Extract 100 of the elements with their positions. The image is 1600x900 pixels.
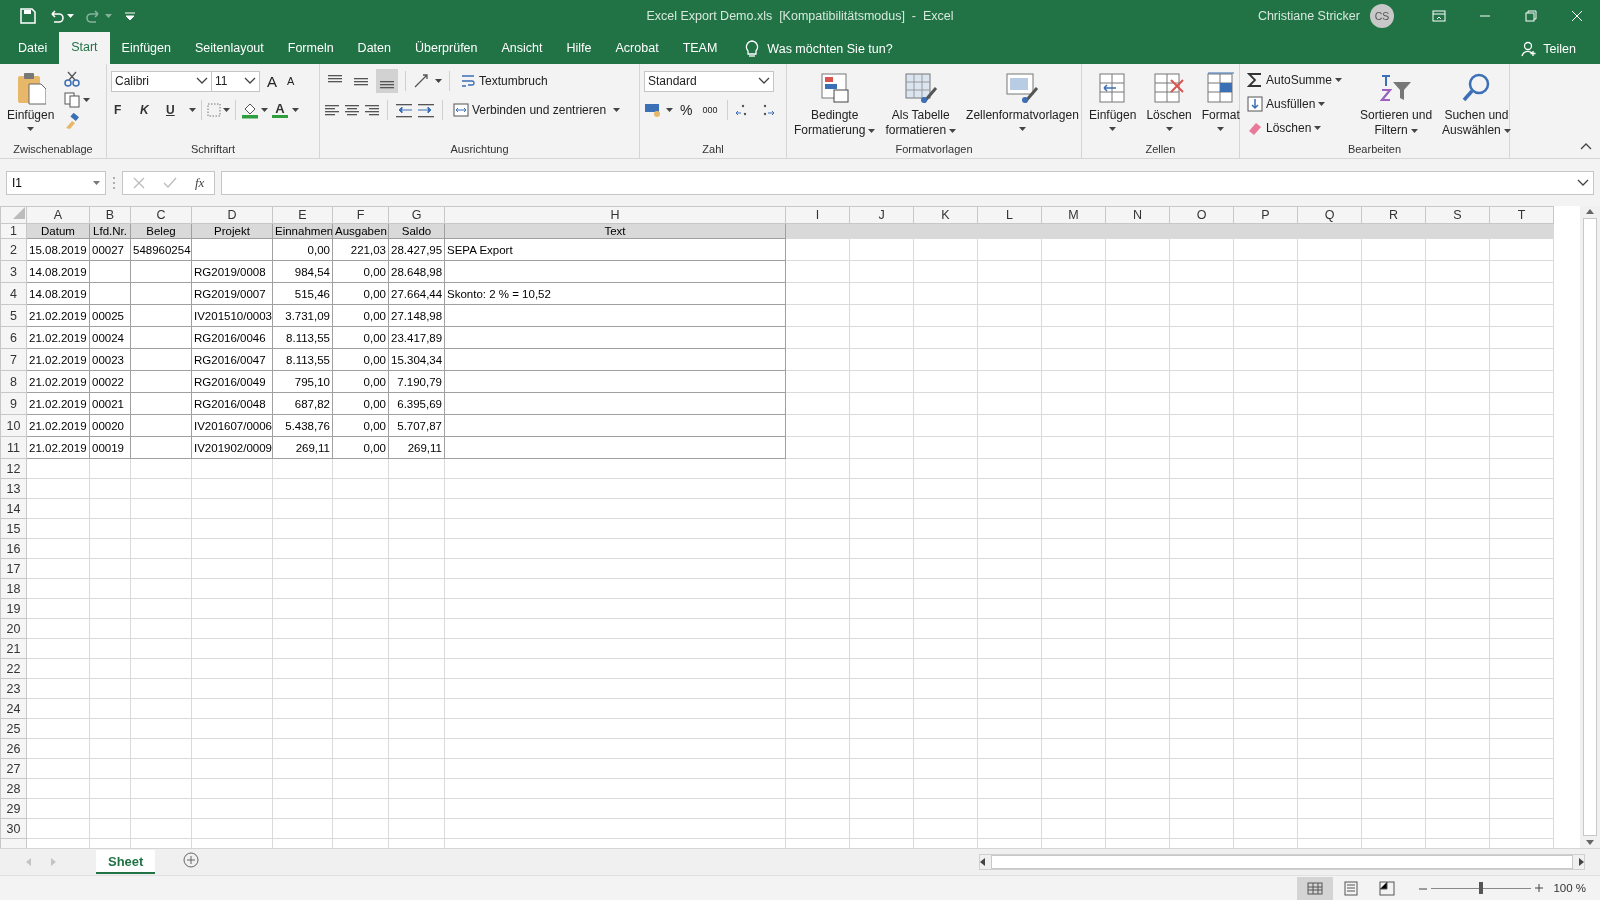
align-left-icon[interactable] bbox=[324, 102, 340, 118]
font-name-dropdown[interactable]: Calibri bbox=[111, 70, 212, 92]
share-button[interactable]: Teilen bbox=[1521, 34, 1576, 64]
column-header[interactable]: F bbox=[332, 206, 389, 224]
row-header[interactable]: 12 bbox=[0, 458, 27, 479]
currency-icon[interactable] bbox=[644, 102, 662, 118]
normal-view-icon[interactable] bbox=[1307, 880, 1324, 896]
copy-icon[interactable] bbox=[64, 92, 81, 108]
name-box[interactable]: I1 bbox=[6, 170, 106, 195]
column-header[interactable]: J bbox=[849, 206, 914, 224]
ribbon-tab[interactable]: Hilfe bbox=[554, 34, 604, 62]
column-header[interactable]: R bbox=[1361, 206, 1426, 224]
close-icon[interactable] bbox=[1571, 10, 1583, 22]
row-header[interactable]: 27 bbox=[0, 758, 27, 779]
page-break-icon[interactable] bbox=[1379, 880, 1396, 896]
scroll-up-icon[interactable] bbox=[1586, 209, 1594, 214]
ribbon-button[interactable]: Einfügen bbox=[4, 68, 58, 137]
row-header[interactable]: 17 bbox=[0, 558, 27, 579]
ribbon-tab[interactable]: Seitenlayout bbox=[182, 34, 276, 62]
ribbon-button[interactable]: Sortieren und Filtern bbox=[1357, 68, 1436, 140]
row-header[interactable]: 8 bbox=[0, 370, 27, 393]
ribbon-button[interactable]: Suchen und Auswählen bbox=[1439, 68, 1514, 140]
ribbon-button[interactable]: Ausfüllen bbox=[1244, 92, 1346, 115]
font-size-dropdown[interactable]: 11 bbox=[211, 70, 260, 92]
column-header[interactable]: L bbox=[977, 206, 1042, 224]
collapse-ribbon-icon[interactable] bbox=[1580, 142, 1592, 150]
column-header[interactable]: A bbox=[26, 206, 90, 224]
column-header[interactable]: T bbox=[1489, 206, 1554, 224]
increase-indent-icon[interactable] bbox=[417, 102, 435, 118]
column-header[interactable]: E bbox=[272, 206, 333, 224]
shrink-font-button[interactable]: A bbox=[284, 74, 298, 88]
fill-color-icon[interactable] bbox=[241, 101, 259, 119]
row-header[interactable]: 22 bbox=[0, 658, 27, 679]
column-header[interactable]: Q bbox=[1297, 206, 1362, 224]
scroll-down-icon[interactable] bbox=[1586, 840, 1594, 845]
column-header[interactable]: G bbox=[388, 206, 445, 224]
percent-button[interactable]: % bbox=[677, 101, 696, 119]
ribbon-button[interactable]: Als Tabelle formatieren bbox=[882, 68, 960, 140]
horizontal-scrollbar[interactable] bbox=[979, 854, 1585, 870]
thousands-button[interactable]: 000 bbox=[699, 104, 721, 116]
row-header[interactable]: 9 bbox=[0, 392, 27, 415]
underline-button[interactable]: U bbox=[163, 102, 187, 118]
column-header[interactable]: M bbox=[1041, 206, 1106, 224]
row-header[interactable]: 29 bbox=[0, 798, 27, 819]
row-header[interactable]: 5 bbox=[0, 304, 27, 327]
ribbon-button[interactable]: Format bbox=[1198, 68, 1243, 137]
check-icon[interactable] bbox=[163, 176, 177, 189]
column-header[interactable]: P bbox=[1233, 206, 1298, 224]
formula-input[interactable] bbox=[221, 170, 1594, 195]
row-header[interactable]: 18 bbox=[0, 578, 27, 599]
scroll-right-icon[interactable] bbox=[1579, 858, 1584, 866]
decrease-indent-icon[interactable] bbox=[395, 102, 413, 118]
ribbon-tab[interactable]: TEAM bbox=[670, 34, 730, 62]
ribbon-button[interactable]: Zellenformatvorlagen bbox=[963, 68, 1082, 137]
column-header[interactable]: K bbox=[913, 206, 978, 224]
ribbon-tab[interactable]: Formeln bbox=[275, 34, 346, 62]
wrap-text-button[interactable]: Textumbruch bbox=[457, 72, 551, 90]
paintbrush-icon[interactable] bbox=[64, 113, 81, 129]
column-header[interactable]: D bbox=[191, 206, 273, 224]
row-header[interactable]: 15 bbox=[0, 518, 27, 539]
ribbon-tab[interactable]: Überprüfen bbox=[402, 34, 490, 62]
column-header[interactable]: I bbox=[785, 206, 850, 224]
scroll-left-icon[interactable] bbox=[980, 858, 985, 866]
column-header[interactable]: S bbox=[1425, 206, 1490, 224]
ribbon-display-icon[interactable] bbox=[1432, 10, 1446, 22]
column-header[interactable]: C bbox=[130, 206, 192, 224]
row-header[interactable]: 6 bbox=[0, 326, 27, 349]
merge-center-button[interactable]: Verbinden und zentrieren bbox=[450, 101, 610, 119]
row-header[interactable]: 30 bbox=[0, 818, 27, 839]
number-format-dropdown[interactable]: Standard bbox=[644, 70, 774, 92]
row-header[interactable]: 19 bbox=[0, 598, 27, 619]
ribbon-tab[interactable]: Acrobat bbox=[603, 34, 671, 62]
ribbon-tab[interactable]: Einfügen bbox=[109, 34, 183, 62]
ribbon-button[interactable]: AutoSumme bbox=[1244, 68, 1346, 91]
user-avatar[interactable]: CS bbox=[1370, 4, 1394, 28]
ribbon-button[interactable]: Bedingte Formatierung bbox=[791, 68, 879, 140]
ribbon-tab[interactable]: Start bbox=[59, 32, 110, 64]
row-header[interactable]: 23 bbox=[0, 678, 27, 699]
row-header[interactable]: 28 bbox=[0, 778, 27, 799]
tell-me-field[interactable]: Was möchten Sie tun? bbox=[767, 42, 893, 56]
column-header[interactable]: H bbox=[444, 206, 786, 224]
ribbon-tab[interactable]: Ansicht bbox=[489, 34, 555, 62]
row-header[interactable]: 11 bbox=[0, 436, 27, 459]
row-header[interactable]: 3 bbox=[0, 260, 27, 283]
column-header[interactable]: B bbox=[89, 206, 131, 224]
insert-function-button[interactable]: fx bbox=[195, 174, 205, 191]
row-header[interactable]: 4 bbox=[0, 282, 27, 305]
zoom-in-icon[interactable] bbox=[1535, 884, 1544, 892]
align-right-icon[interactable] bbox=[364, 102, 380, 118]
vertical-scrollbar[interactable] bbox=[1580, 206, 1600, 848]
ribbon-tab[interactable]: Daten bbox=[345, 34, 403, 62]
bold-button[interactable]: F bbox=[111, 102, 135, 118]
add-sheet-icon[interactable] bbox=[183, 852, 200, 868]
column-header[interactable]: N bbox=[1105, 206, 1170, 224]
row-header[interactable]: 13 bbox=[0, 478, 27, 499]
sheet-tab[interactable]: Sheet bbox=[96, 850, 156, 874]
undo-icon[interactable] bbox=[48, 8, 64, 24]
save-icon[interactable] bbox=[20, 8, 36, 24]
customize-toolbar-icon[interactable] bbox=[124, 11, 136, 21]
ribbon-button[interactable]: Löschen bbox=[1143, 68, 1195, 137]
